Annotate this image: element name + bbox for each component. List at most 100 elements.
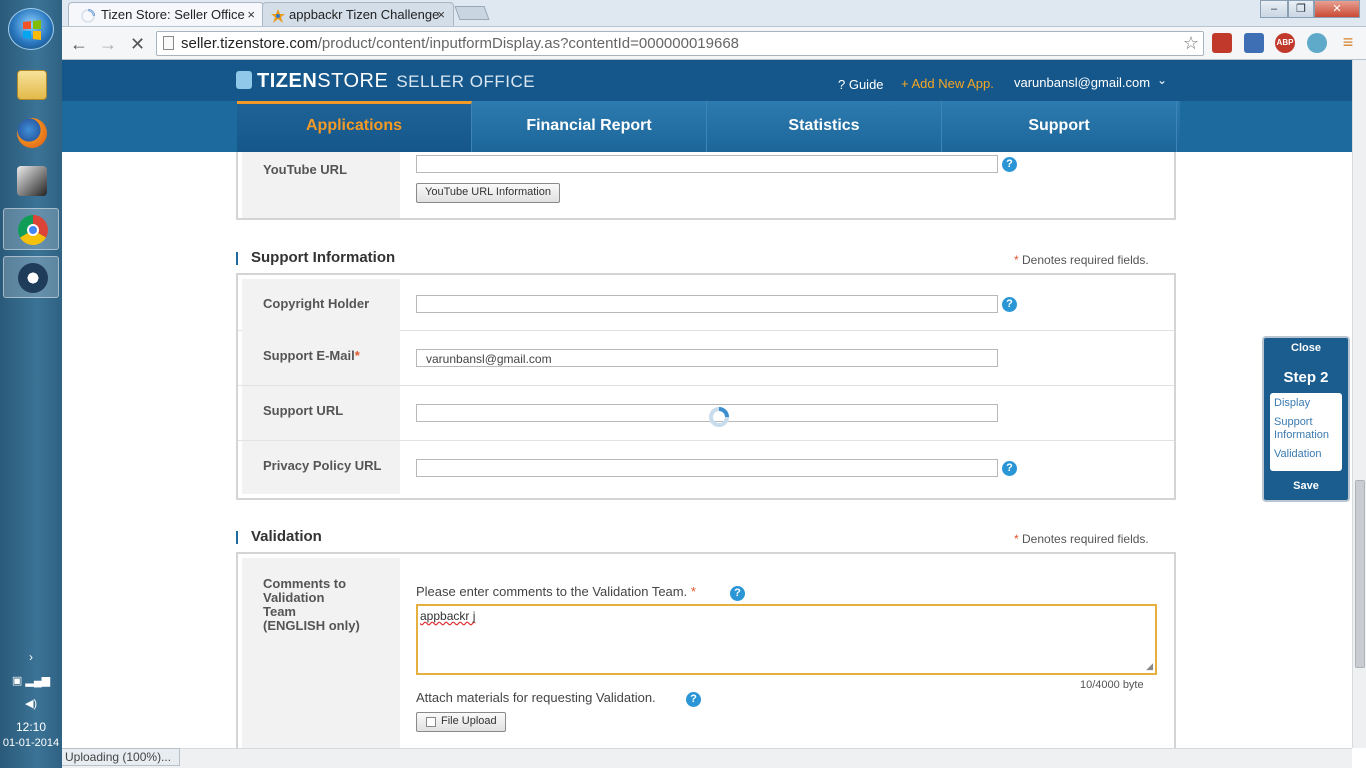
step-link-display[interactable]: Display: [1274, 397, 1338, 410]
page-content: TIZENSTORE SELLER OFFICE ? Guide + Add Ne…: [62, 60, 1352, 748]
help-icon[interactable]: ?: [1002, 297, 1017, 312]
taskbar-chrome[interactable]: [3, 208, 59, 250]
address-bar[interactable]: seller.tizenstore.com/product/content/in…: [156, 31, 1204, 56]
scrollbar-thumb[interactable]: [1355, 480, 1365, 668]
checkbox-icon: [426, 717, 436, 727]
bookmark-star-icon[interactable]: ☆: [1183, 33, 1199, 54]
tab-title: appbackr Tizen Challenge: [289, 7, 440, 22]
help-icon[interactable]: ?: [730, 586, 745, 601]
file-upload-button[interactable]: File Upload: [416, 712, 506, 732]
resize-grip-icon[interactable]: ◢: [1146, 661, 1153, 672]
tab-close-icon[interactable]: ×: [247, 7, 255, 22]
privacy-policy-input[interactable]: [416, 459, 998, 477]
comments-row: Comments to Validation Team (ENGLISH onl…: [238, 554, 1174, 748]
youtube-url-info-button[interactable]: YouTube URL Information: [416, 183, 560, 203]
browser-toolbar: ← → ✕ seller.tizenstore.com/product/cont…: [62, 26, 1366, 60]
guide-link[interactable]: ? Guide: [838, 77, 884, 92]
copyright-holder-input[interactable]: [416, 295, 998, 313]
youtube-url-input[interactable]: [416, 155, 998, 173]
support-form-box: Copyright Holder ? Support E-Mail* varun…: [236, 273, 1176, 500]
tizen-bag-icon: [236, 71, 252, 89]
maximize-button[interactable]: ❐: [1288, 0, 1314, 18]
step-save-button[interactable]: Save: [1264, 480, 1348, 492]
comments-prompt: Please enter comments to the Validation …: [416, 584, 696, 599]
new-tab-button[interactable]: [454, 6, 490, 20]
user-menu-chevron-icon[interactable]: ⌄: [1157, 73, 1167, 87]
nav-statistics[interactable]: Statistics: [707, 101, 942, 152]
support-email-input[interactable]: varunbansl@gmail.com: [416, 349, 998, 367]
required-fields-note: * Denotes required fields.: [1014, 253, 1149, 267]
attach-label: Attach materials for requesting Validati…: [416, 690, 656, 705]
taskbar-scanner[interactable]: [3, 160, 59, 202]
help-icon[interactable]: ?: [1002, 157, 1017, 172]
close-window-button[interactable]: ✕: [1314, 0, 1360, 18]
required-fields-note: * Denotes required fields.: [1014, 532, 1149, 546]
vertical-scrollbar[interactable]: [1352, 60, 1366, 748]
help-icon[interactable]: ?: [686, 692, 701, 707]
extension-icon[interactable]: [1307, 33, 1327, 53]
tray-network-icon[interactable]: ▣ ▂▄▆: [0, 674, 62, 687]
support-url-label: Support URL: [242, 386, 400, 440]
byte-counter: 10/4000 byte: [1080, 679, 1144, 691]
support-url-input[interactable]: [416, 404, 998, 422]
nav-financial-report[interactable]: Financial Report: [472, 101, 707, 152]
chrome-icon: [18, 215, 48, 245]
copyright-row: Copyright Holder ?: [238, 275, 1174, 331]
tizen-icon: [18, 263, 48, 293]
add-new-app-link[interactable]: + Add New App.: [901, 76, 994, 91]
tizen-store-logo[interactable]: TIZENSTORE SELLER OFFICE: [236, 70, 535, 93]
privacy-policy-row: Privacy Policy URL ?: [238, 441, 1174, 498]
bookmark-extension-icon[interactable]: [1212, 33, 1232, 53]
horizontal-scrollbar[interactable]: [62, 748, 1352, 768]
taskbar-explorer[interactable]: [3, 64, 59, 106]
download-extension-icon[interactable]: [1244, 33, 1264, 53]
display-form-box: YouTube URL ? YouTube URL Information: [236, 152, 1176, 220]
support-email-row: Support E-Mail* varunbansl@gmail.com: [238, 331, 1174, 386]
nav-applications[interactable]: Applications: [237, 101, 472, 152]
nav-support[interactable]: Support: [942, 101, 1177, 152]
validation-form-box: Comments to Validation Team (ENGLISH onl…: [236, 552, 1176, 748]
loading-spinner-icon: [708, 406, 730, 428]
copyright-holder-label: Copyright Holder: [242, 279, 400, 331]
comments-textarea[interactable]: appbackr j ◢: [416, 604, 1157, 675]
step-link-validation[interactable]: Validation: [1274, 448, 1338, 461]
forward-icon[interactable]: →: [99, 34, 117, 55]
user-email[interactable]: varunbansl@gmail.com: [1014, 75, 1150, 90]
url-host: seller.tizenstore.com: [181, 35, 318, 52]
site-header: TIZENSTORE SELLER OFFICE ? Guide + Add Ne…: [62, 60, 1352, 101]
support-email-label: Support E-Mail*: [242, 331, 400, 385]
tab-appbackr[interactable]: appbackr Tizen Challenge ×: [262, 2, 454, 26]
stop-icon[interactable]: ✕: [130, 34, 145, 55]
tab-close-icon[interactable]: ×: [437, 7, 445, 22]
menu-icon[interactable]: ≡: [1338, 33, 1358, 53]
status-bubble: Uploading (100%)...: [62, 748, 181, 766]
youtube-row: YouTube URL ? YouTube URL Information: [238, 152, 1174, 218]
clock-time[interactable]: 12:10: [0, 720, 62, 734]
appbackr-favicon-icon: [271, 9, 285, 23]
youtube-url-label: YouTube URL: [242, 152, 400, 218]
privacy-policy-label: Privacy Policy URL: [242, 441, 400, 494]
step-close-button[interactable]: Close: [1264, 342, 1348, 354]
clock-date[interactable]: 01-01-2014: [0, 737, 62, 749]
tray-volume-icon[interactable]: ◀): [0, 697, 62, 710]
comments-label: Comments to Validation Team (ENGLISH onl…: [242, 558, 400, 748]
adblock-icon[interactable]: ABP: [1275, 33, 1295, 53]
scanner-icon: [17, 166, 47, 196]
tray-expand-icon[interactable]: ›: [0, 650, 62, 664]
step-links: Display Support Information Validation: [1270, 393, 1342, 471]
validation-section-title: Validation: [236, 529, 322, 544]
taskbar-firefox[interactable]: [3, 112, 59, 154]
step-link-support-information[interactable]: Support Information: [1274, 416, 1338, 442]
tab-tizen-store[interactable]: Tizen Store: Seller Office ×: [68, 2, 264, 26]
loading-spinner-icon: [81, 9, 95, 23]
windows-taskbar: › ▣ ▂▄▆ ◀) 12:10 01-01-2014: [0, 0, 62, 768]
step-navigator: Close Step 2 Display Support Information…: [1262, 336, 1350, 502]
browser-chrome: Tizen Store: Seller Office × appbackr Ti…: [62, 0, 1366, 60]
help-icon[interactable]: ?: [1002, 461, 1017, 476]
minimize-button[interactable]: –: [1260, 0, 1288, 18]
start-button[interactable]: [8, 8, 54, 50]
back-icon[interactable]: ←: [70, 34, 88, 55]
windows-logo-icon: [21, 19, 43, 41]
taskbar-tizen-sdk[interactable]: [3, 256, 59, 298]
main-navigation: Applications Financial Report Statistics…: [62, 101, 1352, 152]
